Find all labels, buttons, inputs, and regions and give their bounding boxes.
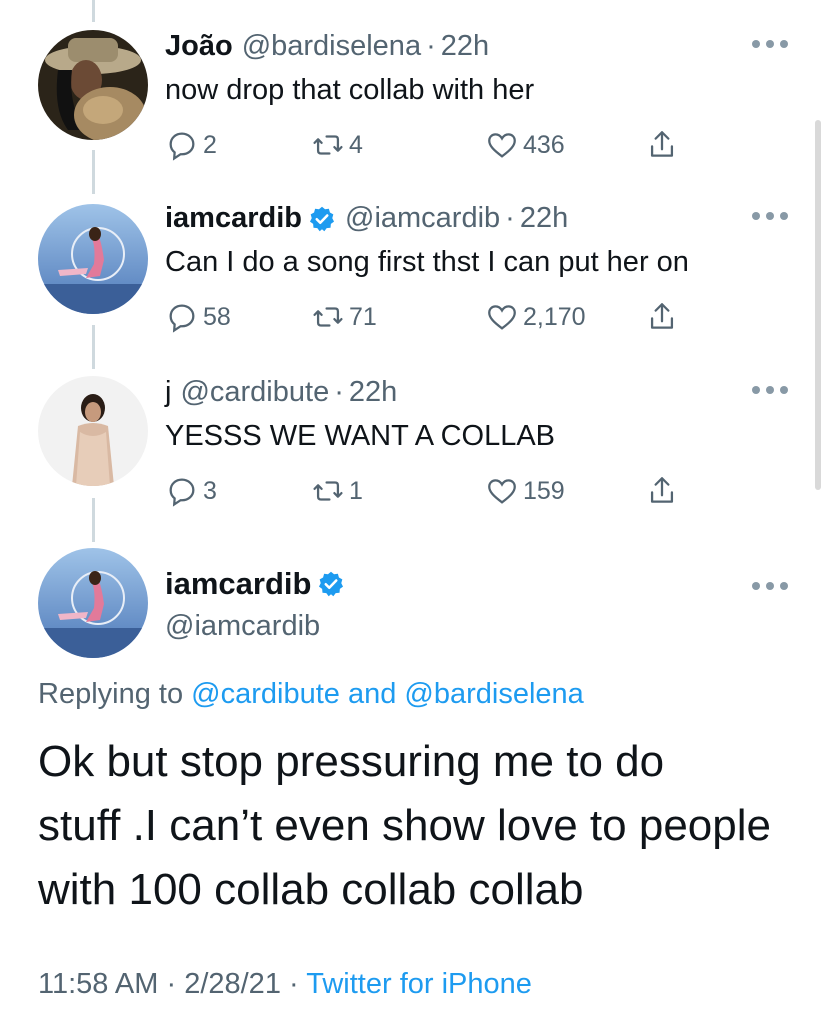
- mention-link[interactable]: @cardibute: [191, 678, 340, 710]
- replying-label: Replying to: [38, 678, 184, 710]
- retweet-icon: [313, 135, 343, 155]
- tweet-header: João @bardiselena · 22h: [165, 30, 489, 63]
- share-button[interactable]: [645, 128, 679, 162]
- separator-dot: ·: [289, 968, 299, 1000]
- tweet-time[interactable]: 22h: [349, 376, 397, 409]
- more-options-icon[interactable]: [752, 384, 788, 396]
- author-handle[interactable]: @bardiselena: [242, 30, 421, 63]
- reply-icon: [169, 304, 195, 333]
- like-count: 436: [523, 130, 565, 159]
- tweet-actions: 2 4 436: [165, 128, 705, 164]
- replying-and[interactable]: and: [348, 678, 396, 710]
- like-button[interactable]: 2,170: [485, 300, 586, 334]
- tweet-text: now drop that collab with her: [165, 74, 535, 106]
- more-options-icon[interactable]: [752, 210, 788, 222]
- tweet-header: iamcardib @iamcardib · 22h: [165, 202, 568, 235]
- main-tweet-text: Ok but stop pressuring me to do stuff .I…: [38, 730, 798, 922]
- retweet-button[interactable]: 1: [311, 474, 363, 508]
- retweet-button[interactable]: 71: [311, 300, 377, 334]
- tweet-time[interactable]: 22h: [520, 202, 568, 235]
- cardib-avatar-image: [38, 548, 148, 658]
- retweet-icon: [313, 481, 343, 501]
- tweet-text-line: stuff .I can’t even show love to people: [38, 801, 771, 850]
- reply-count: 3: [203, 476, 217, 505]
- scrollbar[interactable]: [815, 120, 821, 490]
- more-options-icon[interactable]: [752, 38, 788, 50]
- like-count: 159: [523, 476, 565, 505]
- tweet-source-link[interactable]: Twitter for iPhone: [306, 968, 532, 1000]
- separator-dot: ·: [334, 376, 344, 408]
- reply-button[interactable]: 58: [165, 300, 231, 334]
- retweet-count: 4: [349, 130, 363, 159]
- like-count: 2,170: [523, 302, 586, 331]
- heart-icon: [488, 479, 516, 504]
- tweet-text: Can I do a song first thst I can put her…: [165, 246, 689, 278]
- tweet-metadata: 11:58 AM · 2/28/21 · Twitter for iPhone: [38, 968, 532, 1001]
- main-author-handle[interactable]: @iamcardib: [165, 610, 320, 643]
- thread-line: [92, 0, 95, 22]
- like-button[interactable]: 159: [485, 474, 565, 508]
- reply-button[interactable]: 2: [165, 128, 217, 162]
- share-icon: [650, 131, 674, 157]
- verified-badge-icon: [308, 205, 336, 233]
- like-button[interactable]: 436: [485, 128, 565, 162]
- tweet-text: YESSS WE WANT A COLLAB: [165, 420, 556, 452]
- retweet-button[interactable]: 4: [311, 128, 363, 162]
- author-name[interactable]: iamcardib: [165, 202, 302, 235]
- heart-icon: [488, 133, 516, 158]
- reply-icon: [169, 132, 195, 161]
- share-icon: [650, 477, 674, 503]
- replying-to: Replying to @cardibute and @bardiselena: [38, 678, 584, 711]
- tweet-date[interactable]: 2/28/21: [184, 968, 281, 1000]
- share-button[interactable]: [645, 474, 679, 508]
- tweet[interactable]: João @bardiselena · 22h now drop that co…: [0, 30, 826, 161]
- tweet-timestamp[interactable]: 11:58 AM: [38, 968, 158, 1000]
- separator-dot: ·: [505, 202, 515, 234]
- main-author-name[interactable]: iamcardib: [165, 566, 345, 602]
- mention-link[interactable]: @bardiselena: [404, 678, 583, 710]
- tweet-actions: 58 71 2,170: [165, 300, 705, 336]
- reply-icon: [169, 478, 195, 507]
- author-handle[interactable]: @iamcardib: [345, 202, 500, 235]
- retweet-count: 1: [349, 476, 363, 505]
- author-handle[interactable]: @cardibute: [180, 376, 329, 409]
- tweet-actions: 3 1 159: [165, 474, 705, 510]
- retweet-count: 71: [349, 302, 377, 331]
- reply-count: 58: [203, 302, 231, 331]
- share-button[interactable]: [645, 300, 679, 334]
- tweet[interactable]: j @cardibute · 22h YESSS WE WANT A COLLA…: [0, 376, 826, 507]
- tweet-header: j @cardibute · 22h: [165, 376, 397, 409]
- tweet-text-line: Ok but stop pressuring me to do: [38, 737, 665, 786]
- separator-dot: ·: [426, 30, 436, 62]
- share-icon: [650, 303, 674, 329]
- author-name[interactable]: João: [165, 30, 233, 63]
- reply-count: 2: [203, 130, 217, 159]
- more-options-icon[interactable]: [752, 580, 788, 592]
- separator-dot: ·: [166, 968, 177, 1000]
- tweet-text-line: with 100 collab collab collab: [38, 865, 584, 914]
- tweet[interactable]: iamcardib @iamcardib · 22h Can I do a so…: [0, 202, 826, 333]
- heart-icon: [488, 305, 516, 330]
- reply-button[interactable]: 3: [165, 474, 217, 508]
- avatar[interactable]: [38, 548, 148, 658]
- tweet-time[interactable]: 22h: [441, 30, 489, 63]
- author-name[interactable]: j: [165, 376, 171, 409]
- retweet-icon: [313, 307, 343, 327]
- author-name[interactable]: iamcardib: [165, 566, 311, 602]
- verified-badge-icon: [317, 570, 345, 598]
